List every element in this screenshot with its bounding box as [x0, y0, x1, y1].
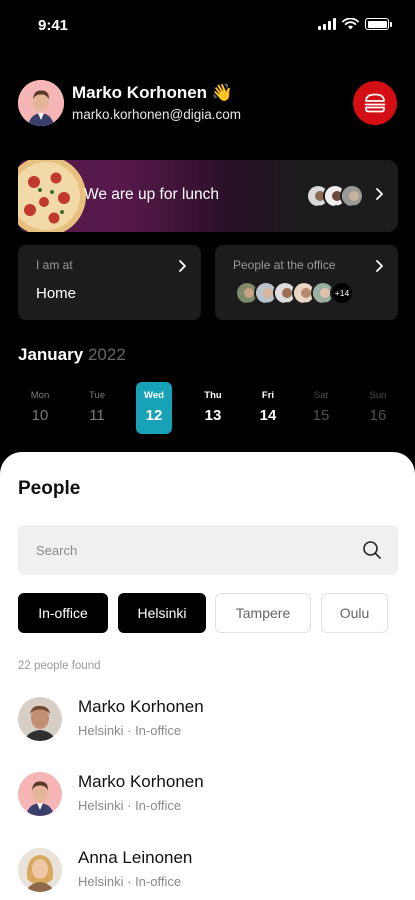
signal-icon — [318, 18, 336, 30]
day-date: 16 — [369, 407, 387, 424]
more-people-count: +14 — [330, 281, 354, 305]
filter-tampere[interactable]: Tampere — [215, 593, 311, 633]
day-sun[interactable]: Sun 16 — [360, 382, 396, 434]
day-date: 12 — [145, 407, 163, 424]
day-wed[interactable]: Wed 12 — [136, 382, 172, 434]
user-email: marko.korhonen@digia.com — [72, 107, 242, 122]
chevron-right-icon — [376, 260, 383, 272]
chevron-right-icon — [376, 188, 383, 200]
day-name: Fri — [261, 390, 275, 401]
day-tue[interactable]: Tue 11 — [79, 382, 115, 434]
person-location: Helsinki · In-office — [78, 723, 182, 738]
day-name: Tue — [88, 390, 106, 401]
status-time: 9:41 — [38, 17, 69, 34]
status-icons — [318, 18, 392, 30]
lunch-banner[interactable]: We are up for lunch — [18, 160, 398, 232]
avatar — [18, 697, 62, 741]
person-location: Helsinki · In-office — [78, 874, 182, 889]
user-name: Marko Korhonen 👋 — [72, 83, 233, 102]
list-item[interactable]: Anna Leinonen Helsinki · In-office — [18, 845, 398, 897]
day-date: 15 — [312, 407, 330, 424]
profile-header: Marko Korhonen 👋 marko.korhonen@digia.co… — [18, 78, 397, 126]
location-value: Home — [36, 285, 77, 302]
status-bar: 9:41 — [0, 0, 415, 52]
search-bar — [18, 525, 398, 575]
lunch-banner-text: We are up for lunch — [84, 186, 219, 203]
lunch-button[interactable] — [353, 81, 397, 125]
day-mon[interactable]: Mon 10 — [22, 382, 58, 434]
location-label: I am at — [36, 258, 73, 272]
avatar — [18, 848, 62, 892]
office-avatars: +14 — [235, 281, 354, 305]
month-name: January — [18, 345, 84, 364]
wifi-icon — [342, 18, 359, 30]
week-strip: Mon 10 Tue 11 Wed 12 Thu 13 Fri 14 Sat 15 Sun 1… — [18, 382, 402, 434]
day-sat[interactable]: Sat 15 — [303, 382, 339, 434]
day-name: Sat — [313, 390, 329, 401]
person-name: Marko Korhonen — [78, 697, 204, 716]
pizza-image — [18, 160, 86, 232]
day-date: 14 — [259, 407, 277, 424]
office-people-card[interactable]: People at the office +14 — [215, 245, 398, 320]
people-sheet: People In-office Helsinki Tampere Oulu 2… — [0, 452, 415, 900]
month-year: 2022 — [87, 345, 126, 364]
filter-oulu[interactable]: Oulu — [321, 593, 388, 633]
avatar[interactable] — [18, 80, 64, 126]
lunch-participants — [306, 184, 364, 208]
day-fri[interactable]: Fri 14 — [250, 382, 286, 434]
location-card[interactable]: I am at Home — [18, 245, 201, 320]
calendar-month: January 2022 — [18, 345, 126, 365]
day-date: 11 — [89, 407, 105, 424]
person-location: Helsinki · In-office — [78, 798, 182, 813]
day-name: Wed — [144, 390, 164, 401]
office-people-label: People at the office — [233, 258, 336, 272]
list-item[interactable]: Marko Korhonen Helsinki · In-office — [18, 769, 398, 821]
people-title: People — [18, 478, 81, 499]
day-date: 13 — [204, 407, 222, 424]
search-icon[interactable] — [362, 540, 382, 560]
burger-icon — [364, 93, 386, 113]
day-thu[interactable]: Thu 13 — [195, 382, 231, 434]
filter-helsinki[interactable]: Helsinki — [118, 593, 206, 633]
day-name: Thu — [204, 390, 222, 401]
participant-avatar — [340, 184, 364, 208]
search-input[interactable] — [36, 525, 356, 575]
day-date: 10 — [31, 407, 49, 424]
day-name: Mon — [30, 390, 50, 401]
battery-icon — [365, 18, 392, 30]
list-item[interactable]: Marko Korhonen Helsinki · In-office — [18, 694, 398, 746]
person-name: Anna Leinonen — [78, 848, 193, 867]
day-name: Sun — [369, 390, 387, 401]
filter-in-office[interactable]: In-office — [18, 593, 108, 633]
avatar — [18, 772, 62, 816]
results-count: 22 people found — [18, 660, 101, 672]
chevron-right-icon — [179, 260, 186, 272]
person-name: Marko Korhonen — [78, 772, 204, 791]
